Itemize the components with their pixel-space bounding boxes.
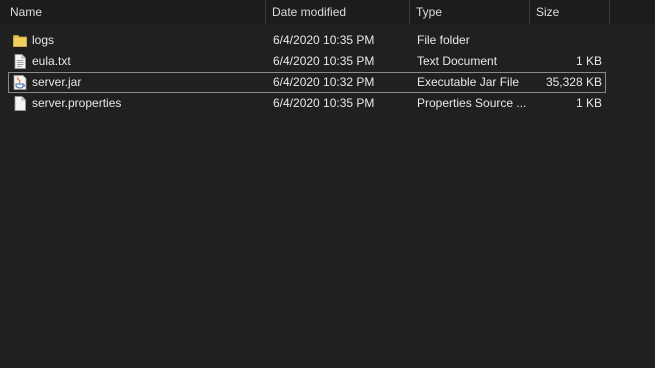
column-header-bar: Name ^ Date modified Type Size — [0, 0, 655, 24]
file-name: logs — [32, 33, 55, 47]
column-header-size[interactable]: Size — [530, 0, 610, 24]
file-size: 35,328 KB — [545, 75, 602, 89]
file-row-server-jar[interactable]: server.jar 6/4/2020 10:32 PM Executable … — [8, 72, 606, 93]
file-date: 6/4/2020 10:35 PM — [273, 54, 375, 68]
properties-file-icon — [14, 96, 26, 111]
file-row-server-properties[interactable]: server.properties 6/4/2020 10:35 PM Prop… — [8, 93, 606, 114]
text-file-icon — [14, 54, 26, 69]
column-header-name[interactable]: Name ^ — [4, 0, 266, 24]
folder-icon — [13, 35, 27, 47]
file-date: 6/4/2020 10:35 PM — [273, 96, 375, 110]
sort-ascending-icon: ^ — [136, 0, 142, 6]
column-header-type[interactable]: Type — [410, 0, 530, 24]
column-header-size-label: Size — [536, 5, 560, 19]
file-row-logs[interactable]: logs 6/4/2020 10:35 PM File folder — [8, 30, 606, 51]
file-size: 1 KB — [575, 96, 602, 110]
file-type: File folder — [417, 33, 470, 47]
file-date: 6/4/2020 10:35 PM — [273, 33, 375, 47]
file-date: 6/4/2020 10:32 PM — [273, 75, 375, 89]
file-name: server.jar — [32, 75, 82, 89]
file-type: Text Document — [417, 54, 498, 68]
file-type: Properties Source ... — [417, 96, 527, 110]
file-name: eula.txt — [32, 54, 71, 68]
column-header-date[interactable]: Date modified — [266, 0, 410, 24]
column-header-date-label: Date modified — [272, 5, 347, 19]
column-header-type-label: Type — [416, 5, 443, 19]
file-type: Executable Jar File — [417, 75, 520, 89]
column-header-name-label: Name — [10, 5, 43, 19]
file-size — [529, 31, 602, 50]
java-jar-icon — [13, 75, 27, 90]
file-name: server.properties — [32, 96, 122, 110]
file-size: 1 KB — [575, 54, 602, 68]
file-row-eula[interactable]: eula.txt 6/4/2020 10:35 PM Text Document… — [8, 51, 606, 72]
